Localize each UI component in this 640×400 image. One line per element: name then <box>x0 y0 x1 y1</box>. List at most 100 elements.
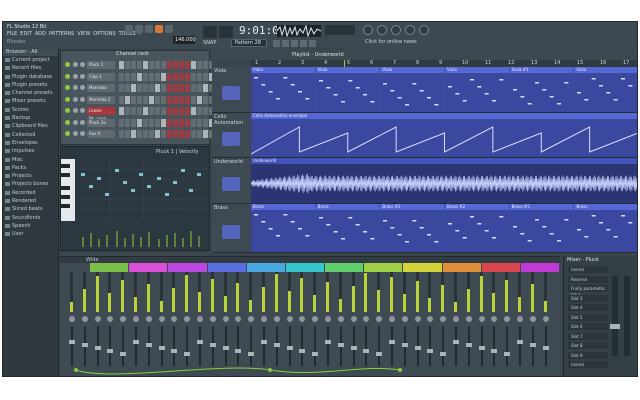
track-lane[interactable]: Brass Brass Brass #2 Brass #2 Brass #2 Brass <box>251 204 637 253</box>
playlist-clip[interactable]: Brass <box>251 204 315 252</box>
step-button[interactable] <box>155 95 160 104</box>
online-icon[interactable] <box>363 25 373 35</box>
volume-fader[interactable] <box>491 326 498 366</box>
step-sequencer[interactable] <box>119 118 214 127</box>
volume-fader[interactable] <box>542 326 549 366</box>
pan-knob[interactable] <box>363 316 370 322</box>
effect-slot[interactable]: Slot 3 <box>568 294 608 302</box>
step-button[interactable] <box>191 130 196 138</box>
playlist-clip[interactable]: Cello Automation envelope <box>251 113 637 157</box>
channel-row[interactable]: Clap 1 <box>65 72 214 82</box>
step-button[interactable] <box>167 95 172 104</box>
browser-item[interactable]: Channel presets <box>3 89 58 97</box>
step-button[interactable] <box>179 130 184 138</box>
step-button[interactable] <box>155 107 160 115</box>
volume-knob[interactable] <box>80 108 85 113</box>
mixer-insert-strip[interactable] <box>311 272 320 376</box>
master-pitch[interactable] <box>325 25 355 35</box>
volume-fader[interactable] <box>197 326 203 366</box>
step-button[interactable] <box>167 107 172 115</box>
volume-fader[interactable] <box>529 326 536 366</box>
mixer-insert-strip[interactable] <box>337 272 346 376</box>
step-button[interactable] <box>167 84 172 92</box>
step-button[interactable] <box>173 118 178 127</box>
timeline-ruler[interactable]: 1 2 3 4 5 6 7 8 9 10 11 12 13 14 15 16 17 <box>251 60 637 67</box>
step-button[interactable] <box>173 72 178 81</box>
pan-knob[interactable] <box>350 316 357 322</box>
insert-color-tab[interactable] <box>481 263 520 272</box>
insert-color-tab[interactable] <box>246 263 285 272</box>
volume-fader[interactable] <box>222 326 229 366</box>
browser-item[interactable]: Speech <box>3 222 58 230</box>
insert-color-tab[interactable] <box>442 263 481 272</box>
mixer-insert-strip[interactable] <box>196 272 205 376</box>
tempo-display[interactable]: 146.000 <box>173 36 196 44</box>
channel-row[interactable]: Lowee PiL_Loop <box>65 106 214 121</box>
volume-fader[interactable] <box>209 326 216 366</box>
track-lane[interactable]: Underworld <box>251 158 637 204</box>
step-button[interactable] <box>161 118 166 127</box>
pan-knob[interactable] <box>133 316 139 322</box>
playlist-clip[interactable]: Viola <box>380 67 444 112</box>
insert-color-tab[interactable] <box>520 263 560 272</box>
step-button[interactable] <box>185 72 190 81</box>
mixer-insert-strip[interactable] <box>273 272 282 376</box>
insert-color-tab[interactable] <box>403 263 442 272</box>
browser-item[interactable]: Clipboard files <box>3 122 58 130</box>
channel-mute-led[interactable] <box>65 108 70 113</box>
volume-fader[interactable] <box>414 326 421 366</box>
mixer-insert-strip[interactable] <box>478 272 487 376</box>
channel-name-button[interactable]: Marimba 2 <box>87 95 115 104</box>
playlist-clip[interactable]: Brass <box>574 204 637 252</box>
step-button[interactable] <box>131 84 136 92</box>
channel-name-button[interactable]: Aux A <box>87 130 115 138</box>
step-button[interactable] <box>173 84 178 92</box>
channel-mute-led[interactable] <box>65 73 70 79</box>
step-button[interactable] <box>185 130 190 138</box>
browser-item[interactable]: Backup <box>3 114 58 122</box>
playlist-view-icon[interactable] <box>273 40 280 47</box>
volume-fader[interactable] <box>312 326 319 366</box>
help-icon[interactable] <box>377 25 387 35</box>
step-button[interactable] <box>143 95 148 104</box>
mixer-insert-strip[interactable] <box>516 272 525 376</box>
volume-fader[interactable] <box>286 326 293 366</box>
mixer-insert-strip[interactable] <box>209 272 218 376</box>
mixer-insert-strip[interactable] <box>452 272 461 376</box>
step-button[interactable] <box>125 118 130 127</box>
browser-item[interactable]: Mixer presets <box>3 97 58 105</box>
volume-fader[interactable] <box>81 326 88 366</box>
step-button[interactable] <box>143 130 148 138</box>
pan-knob[interactable] <box>171 316 178 322</box>
pan-knob[interactable] <box>235 316 242 322</box>
step-button[interactable] <box>203 107 208 115</box>
pan-knob[interactable] <box>248 316 255 322</box>
pan-knob[interactable] <box>73 119 78 125</box>
step-button[interactable] <box>161 72 166 81</box>
step-button[interactable] <box>119 118 124 127</box>
playlist-clip[interactable]: Viola <box>251 67 315 112</box>
volume-fader[interactable] <box>440 326 447 366</box>
volume-fader[interactable] <box>376 326 383 366</box>
song-position-clock[interactable]: 9:01:02 <box>239 24 285 38</box>
step-button[interactable] <box>143 118 148 127</box>
step-button[interactable] <box>191 107 196 115</box>
step-button[interactable] <box>179 61 184 69</box>
step-button[interactable] <box>161 95 166 104</box>
note-grid[interactable] <box>77 159 209 249</box>
step-button[interactable] <box>197 130 202 138</box>
channel-name-button[interactable]: Clap 1 <box>87 72 115 81</box>
mixer-insert-strip[interactable] <box>94 272 103 376</box>
mixer-insert-strip[interactable] <box>183 272 192 376</box>
pan-knob[interactable] <box>325 316 331 322</box>
volume-knob[interactable] <box>80 119 85 125</box>
volume-fader[interactable] <box>401 326 408 366</box>
pan-knob[interactable] <box>261 316 267 322</box>
effect-slot[interactable]: (none) <box>568 361 608 368</box>
menu-patterns[interactable]: PATTERNS <box>49 31 74 37</box>
step-button[interactable] <box>161 61 166 69</box>
playlist-clip[interactable]: Viola <box>574 67 637 112</box>
step-button[interactable] <box>155 130 160 138</box>
browser-item[interactable]: Plugin presets <box>3 81 58 89</box>
insert-color-tab[interactable] <box>207 263 246 272</box>
